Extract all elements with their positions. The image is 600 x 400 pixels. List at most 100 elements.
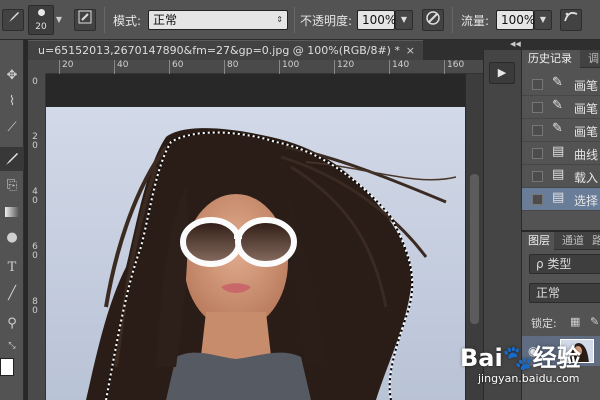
dock-header (483, 40, 600, 50)
history-checkbox[interactable] (532, 148, 543, 159)
history-item[interactable]: ▤ 曲线 (522, 142, 600, 165)
history-item-label: 载入 (574, 171, 599, 185)
eyedropper-tool[interactable]: ⟋ (0, 116, 24, 140)
history-checkbox[interactable] (532, 102, 543, 113)
swap-arrows-icon: ⤡ (8, 341, 16, 351)
gradient-icon (5, 207, 19, 217)
gradient-tool[interactable] (0, 200, 24, 224)
history-item[interactable]: ✎ 画笔 (522, 119, 600, 142)
ruler-tick-label: 60 (168, 60, 184, 74)
brush-preset-picker[interactable]: 20 (28, 5, 54, 35)
actions-panel-button[interactable]: ▶ (489, 62, 515, 84)
brush-panel-icon (78, 10, 92, 24)
history-checkbox[interactable] (532, 171, 543, 182)
brush-tool-icon (9, 12, 19, 22)
tab-history[interactable]: 历史记录 (522, 50, 580, 68)
history-item-label: 画笔 (574, 102, 599, 116)
clone-stamp-tool[interactable]: ⎘ (0, 174, 24, 198)
watermark-url: jingyan.baidu.com (478, 372, 580, 385)
history-checkbox[interactable] (532, 125, 543, 136)
swap-colors-button[interactable]: ⤡ (0, 334, 24, 358)
play-icon: ▶ (497, 66, 507, 79)
scrollbar-thumb[interactable] (470, 174, 479, 324)
blend-mode-value: 正常 (536, 286, 561, 300)
document-tab[interactable]: u=65152013,2670147890&fm=27&gp=0.jpg @ 1… (28, 40, 423, 60)
history-item-label: 选择 (574, 194, 599, 208)
watermark-brand-suffix: 经验 (532, 344, 581, 372)
path-selection-tool[interactable]: ╱ (0, 282, 24, 306)
brush-icon (6, 153, 18, 165)
history-item[interactable]: ✎ 画笔 (522, 96, 600, 119)
document-icon: ▤ (552, 167, 565, 182)
vertical-ruler[interactable]: 0 2 0 4 0 6 0 8 0 (28, 74, 46, 400)
flow-slider-dropdown[interactable]: ▼ (534, 10, 552, 30)
tools-panel: ✥ ⌇ ⟋ ⎘ ● T ╱ ⚲ ⤡ (0, 40, 24, 400)
history-item-label: 画笔 (574, 79, 599, 93)
ruler-tick-label: 4 0 (32, 187, 38, 206)
mode-select[interactable]: 正常 ⇕ (148, 10, 288, 30)
horizontal-ruler[interactable]: 20 40 60 80 100 120 140 160 (46, 60, 483, 74)
tab-channels[interactable]: 通道 (556, 232, 588, 250)
history-item[interactable]: ✎ 画笔 (522, 73, 600, 96)
opacity-input[interactable]: 100% (357, 10, 396, 30)
baidu-jingyan-logo: Bai🐾经验 (460, 338, 581, 373)
ruler-origin[interactable] (28, 60, 46, 74)
lock-transparent-pixels-icon[interactable]: ▦ (570, 315, 580, 328)
ruler-tick-label: 160 (443, 60, 465, 74)
ruler-tick-label: 6 0 (32, 242, 38, 261)
brush-tool[interactable] (0, 147, 24, 171)
lock-label: 锁定: (531, 317, 557, 330)
zoom-tool[interactable]: ⚲ (0, 312, 24, 336)
layers-panel-tabs: 图层 通道 路 (522, 232, 600, 250)
eyedropper-icon: ⟋ (7, 120, 17, 135)
pressure-opacity-toggle[interactable] (422, 9, 444, 31)
ruler-tick-label: 2 0 (32, 132, 38, 151)
history-checkbox[interactable] (532, 79, 543, 90)
opacity-label: 不透明度: (300, 14, 353, 28)
airbrush-toggle[interactable] (560, 9, 582, 31)
dodge-icon: ● (6, 230, 18, 245)
lock-image-pixels-icon[interactable]: ✎ (590, 315, 599, 328)
move-tool-icon: ✥ (6, 68, 18, 83)
divider (294, 7, 295, 33)
ruler-tick-label: 20 (58, 60, 74, 74)
move-tool[interactable]: ✥ (0, 64, 24, 88)
divider (452, 7, 453, 33)
document-icon: ▤ (552, 144, 565, 159)
type-tool[interactable]: T (0, 256, 24, 280)
dodge-tool[interactable]: ● (0, 226, 24, 250)
collapse-panels-icon[interactable]: ◀◀ (510, 40, 521, 48)
airbrush-icon (564, 12, 578, 22)
brush-icon: ✎ (552, 98, 563, 113)
foreground-color-swatch[interactable] (0, 358, 14, 376)
history-item-selected[interactable]: ▤ 选择 (522, 188, 600, 211)
paw-icon: 🐾 (502, 344, 533, 372)
blend-mode-select[interactable]: 正常 (529, 283, 600, 303)
ruler-tick-label: 0 (32, 77, 38, 87)
ruler-tick-label: 8 0 (32, 297, 38, 316)
tab-paths[interactable]: 路 (590, 232, 600, 250)
close-tab-icon[interactable]: × (406, 41, 415, 60)
tab-layers[interactable]: 图层 (522, 232, 554, 250)
stamp-icon: ⎘ (6, 178, 18, 193)
history-item-label: 画笔 (574, 125, 599, 139)
layer-filter-label: ρ 类型 (536, 257, 572, 271)
brush-icon: ✎ (552, 75, 563, 90)
ruler-tick-label: 140 (388, 60, 410, 74)
photo-woman-sunglasses (46, 107, 465, 400)
brush-preset-dropdown-icon[interactable]: ▼ (54, 12, 64, 28)
ruler-tick-label: 80 (223, 60, 239, 74)
layer-filter-select[interactable]: ρ 类型 (529, 254, 600, 274)
flow-input[interactable]: 100% (496, 10, 535, 30)
tab-adjustments[interactable]: 调 (582, 50, 600, 68)
history-item-label: 曲线 (574, 148, 599, 162)
brush-panel-toggle[interactable] (74, 9, 96, 31)
history-checkbox[interactable] (532, 194, 543, 205)
opacity-slider-dropdown[interactable]: ▼ (395, 10, 413, 30)
tool-preset-picker[interactable] (2, 9, 24, 31)
history-item[interactable]: ▤ 载入 (522, 165, 600, 188)
ruler-tick-label: 120 (333, 60, 355, 74)
quick-selection-tool[interactable]: ⌇ (0, 90, 24, 114)
mode-value: 正常 (153, 13, 178, 27)
document-canvas[interactable] (46, 107, 465, 400)
